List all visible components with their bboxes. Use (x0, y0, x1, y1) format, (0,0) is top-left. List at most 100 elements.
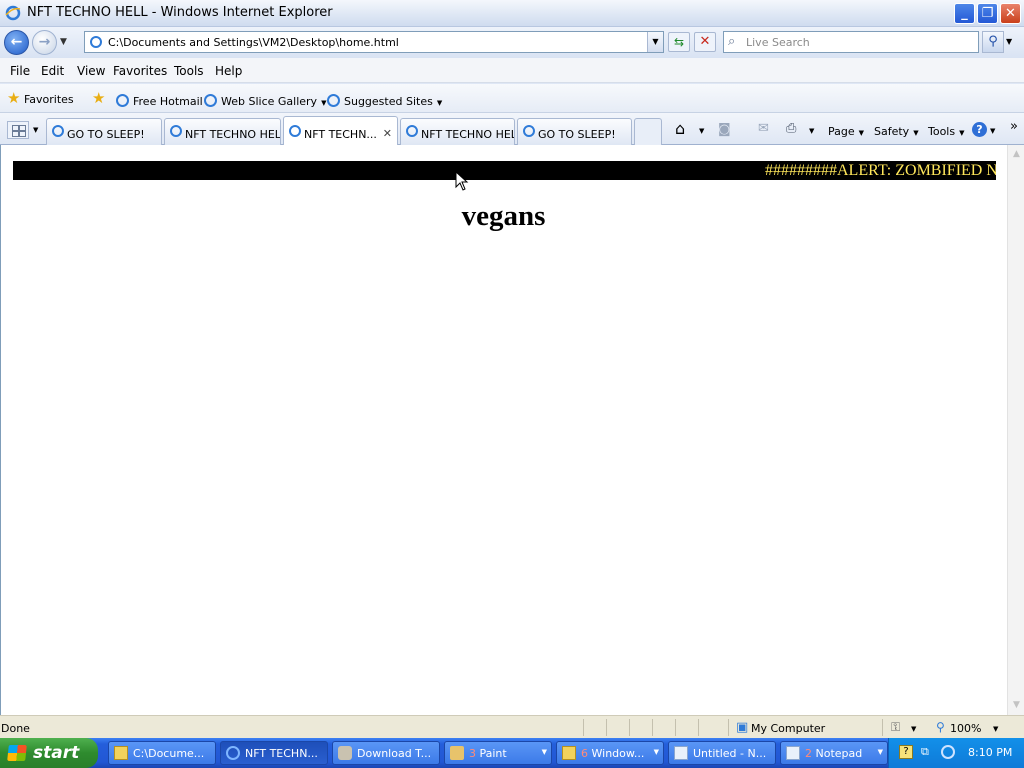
ie-page-icon (170, 125, 182, 137)
maximize-button[interactable]: ❐ (977, 3, 998, 24)
tools-menu-button[interactable]: Tools ▼ (928, 125, 965, 138)
print-dropdown[interactable]: ▼ (809, 127, 814, 135)
taskbar-item-untitled-notepad[interactable]: Untitled - N... (668, 741, 776, 765)
close-button[interactable]: ✕ (1000, 3, 1021, 24)
task-name: Window... (591, 747, 645, 760)
safety-menu-button[interactable]: Safety ▼ (874, 125, 919, 138)
favorite-link-suggested-sites[interactable]: Suggested Sites ▼ (327, 92, 442, 108)
security-zone-label[interactable]: My Computer (751, 722, 825, 735)
status-bar: Done ▣ My Computer ⚿ ▼ ⚲ 100% ▼ (0, 715, 1024, 738)
taskbar-group-windows[interactable]: 6 Window... ▼ (556, 741, 664, 765)
new-tab-button[interactable] (634, 118, 662, 145)
tab-label: NFT TECHNO HELL (421, 128, 515, 141)
start-button[interactable]: start (0, 738, 98, 768)
add-to-favorites-button[interactable]: ★ (92, 89, 105, 107)
notepad-icon (786, 746, 800, 760)
address-dropdown-icon[interactable]: ▼ (647, 32, 663, 52)
notepad-icon (674, 746, 688, 760)
tab-bar: ▼ GO TO SLEEP! NFT TECHNO HELL NFT TECHN… (0, 113, 1024, 146)
clock[interactable]: 8:10 PM (968, 746, 1012, 759)
tab-nft-techno-hell-1[interactable]: NFT TECHNO HELL (164, 118, 281, 145)
tab-nft-techno-hell-2[interactable]: NFT TECHNO HELL (400, 118, 515, 145)
scroll-up-icon[interactable]: ▲ (1009, 147, 1024, 162)
minimize-button[interactable]: _ (954, 3, 975, 24)
favorites-bar: ★ Favorites ★ Free Hotmail Web Slice Gal… (0, 84, 1024, 113)
recent-pages-dropdown[interactable]: ▼ (60, 37, 67, 47)
quick-tabs-button[interactable] (7, 121, 29, 139)
ie-page-icon (52, 125, 64, 137)
favorite-link-free-hotmail[interactable]: Free Hotmail (116, 92, 203, 108)
menu-edit[interactable]: Edit (41, 64, 64, 78)
scroll-down-icon[interactable]: ▼ (1009, 698, 1024, 713)
taskbar: start C:\Docume... NFT TECHN... Download… (0, 738, 1024, 768)
menu-view[interactable]: View (77, 64, 105, 78)
ie-page-icon (327, 94, 340, 107)
menu-favorites[interactable]: Favorites (113, 64, 167, 78)
toolbar-overflow-button[interactable]: » (1010, 119, 1018, 134)
vertical-scrollbar[interactable]: ▲ ▼ (1007, 145, 1024, 715)
menu-help[interactable]: Help (215, 64, 242, 78)
menu-tools[interactable]: Tools (174, 64, 204, 78)
window-title: NFT TECHNO HELL - Windows Internet Explo… (27, 5, 333, 20)
tab-go-to-sleep-1[interactable]: GO TO SLEEP! (46, 118, 162, 145)
tab-list-dropdown[interactable]: ▼ (33, 126, 38, 134)
task-label: C:\Docume... (133, 747, 205, 760)
print-button[interactable]: ⎙ (786, 121, 796, 136)
back-button[interactable]: ← (4, 30, 29, 55)
help-button[interactable]: ? (972, 122, 987, 137)
forward-button[interactable]: → (32, 30, 57, 55)
mail-icon: ✉ (758, 121, 769, 136)
favorite-link-web-slice-gallery[interactable]: Web Slice Gallery ▼ (204, 92, 326, 108)
read-mail-button[interactable]: ✉ (758, 121, 769, 136)
minimize-icon: _ (961, 6, 968, 21)
home-button[interactable]: ⌂ (675, 119, 685, 138)
ie-page-icon (289, 125, 301, 137)
favorite-link-label: Free Hotmail (133, 95, 203, 108)
chevron-down-icon: ▼ (858, 129, 865, 137)
menu-file[interactable]: File (10, 64, 30, 78)
alert-marquee: #########ALERT: ZOMBIFIED NI (13, 161, 996, 180)
ie-page-icon (116, 94, 129, 107)
favorite-link-label: Suggested Sites (344, 95, 433, 108)
stop-button[interactable]: ✕ (694, 32, 716, 52)
clock-sync-icon[interactable] (941, 745, 955, 759)
feeds-button[interactable]: ◙ (718, 122, 731, 137)
task-label: NFT TECHN... (245, 747, 318, 760)
protected-mode-dropdown[interactable]: ▼ (911, 725, 916, 733)
address-field[interactable]: C:\Documents and Settings\VM2\Desktop\ho… (84, 31, 664, 53)
divider (882, 719, 883, 736)
taskbar-item-explorer-folder[interactable]: C:\Docume... (108, 741, 216, 765)
zoom-level[interactable]: 100% (950, 722, 981, 735)
task-name: Notepad (815, 747, 863, 760)
tab-nft-techno-active[interactable]: NFT TECHN... ✕ (283, 116, 398, 146)
taskbar-item-internet-explorer[interactable]: NFT TECHN... (220, 741, 328, 765)
divider (652, 719, 653, 736)
page-menu-button[interactable]: Page ▼ (828, 125, 864, 138)
zoom-dropdown[interactable]: ▼ (993, 725, 998, 733)
home-dropdown[interactable]: ▼ (699, 127, 704, 135)
title-bar: NFT TECHNO HELL - Windows Internet Explo… (0, 0, 1024, 27)
network-icon[interactable]: ⧉ (921, 745, 935, 759)
tab-go-to-sleep-2[interactable]: GO TO SLEEP! (517, 118, 632, 145)
windows-logo-icon (7, 745, 27, 761)
search-button[interactable]: ⚲ (982, 31, 1004, 53)
tools-menu-label: Tools (928, 125, 956, 138)
refresh-button[interactable]: ⇆ (668, 32, 690, 52)
favorites-button[interactable]: ★ Favorites (7, 89, 74, 107)
help-tray-icon[interactable]: ? (899, 745, 913, 759)
ie-page-icon (204, 94, 217, 107)
taskbar-group-notepad[interactable]: 2 Notepad ▼ (780, 741, 888, 765)
taskbar-item-download[interactable]: Download T... (332, 741, 440, 765)
taskbar-group-paint[interactable]: 3 Paint ▼ (444, 741, 552, 765)
refresh-icon: ⇆ (673, 35, 685, 49)
protected-mode-icon[interactable]: ⚿ (891, 720, 900, 735)
ie-page-icon (406, 125, 418, 137)
search-input[interactable]: ⌕ Live Search (723, 31, 979, 53)
help-dropdown[interactable]: ▼ (990, 127, 995, 135)
search-options-dropdown[interactable]: ▼ (1006, 37, 1012, 46)
task-label: 2 Notepad (805, 747, 862, 760)
zoom-icon: ⚲ (936, 720, 945, 734)
favorite-link-label: Web Slice Gallery (221, 95, 318, 108)
search-icon: ⚲ (988, 34, 998, 49)
tab-close-icon[interactable]: ✕ (383, 127, 392, 140)
